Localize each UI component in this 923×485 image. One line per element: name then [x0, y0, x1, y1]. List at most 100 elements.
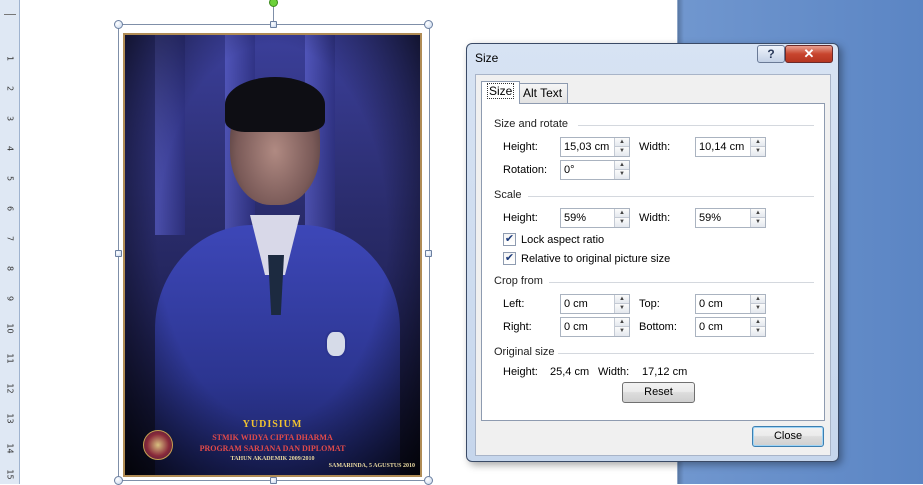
checkmark-icon: ✔ [504, 252, 515, 264]
spinner-arrows: ▲ ▼ [614, 161, 629, 179]
lock-aspect-label[interactable]: Lock aspect ratio [521, 234, 604, 246]
crop-bottom-value: 0 cm [699, 321, 723, 333]
crop-left-value: 0 cm [564, 298, 588, 310]
ruler-number: 8 [5, 265, 15, 272]
ruler-number: 14 [5, 443, 15, 454]
spin-down-icon[interactable]: ▼ [615, 147, 629, 156]
crop-top-spinner[interactable]: 0 cm ▲ ▼ [695, 294, 766, 314]
relative-size-checkbox[interactable]: ✔ [503, 252, 516, 265]
spinner-arrows: ▲ ▼ [614, 209, 629, 227]
spin-down-icon[interactable]: ▼ [751, 147, 765, 156]
crop-top-label: Top: [639, 298, 660, 310]
section-divider [528, 196, 814, 197]
original-width-label: Width: [598, 366, 630, 378]
ruler-number: 6 [5, 205, 15, 212]
section-crop: Crop from [494, 275, 543, 287]
tab-alt-text[interactable]: Alt Text [517, 83, 569, 104]
crop-right-spinner[interactable]: 0 cm ▲ ▼ [560, 317, 630, 337]
rotation-spinner[interactable]: 0° ▲ ▼ [560, 160, 630, 180]
spinner-arrows: ▲ ▼ [750, 138, 765, 156]
rotation-value: 0° [564, 164, 575, 176]
reset-button[interactable]: Reset [622, 382, 695, 403]
spin-down-icon[interactable]: ▼ [615, 304, 629, 313]
ruler-number: 7 [5, 235, 15, 242]
resize-handle-top-right[interactable] [424, 20, 433, 29]
dialog-title: Size [475, 51, 499, 65]
ruler-number: 2 [5, 85, 15, 92]
dialog-body: Size Alt Text Size and rotate Height: 15… [475, 74, 831, 456]
spin-down-icon[interactable]: ▼ [751, 218, 765, 227]
spin-up-icon[interactable]: ▲ [751, 295, 765, 304]
ruler-number: 11 [5, 353, 15, 364]
resize-handle-left[interactable] [115, 250, 122, 257]
height-value: 15,03 cm [564, 141, 610, 153]
ruler-number: 5 [5, 175, 15, 182]
crop-top-value: 0 cm [699, 298, 723, 310]
ruler-number: 13 [5, 413, 15, 424]
tab-size[interactable]: Size [481, 81, 521, 104]
relative-size-label[interactable]: Relative to original picture size [521, 253, 670, 265]
spin-up-icon[interactable]: ▲ [751, 318, 765, 327]
spin-up-icon[interactable]: ▲ [615, 138, 629, 147]
scale-width-value: 59% [699, 212, 722, 224]
size-dialog: Size ? ✕ Size Alt Text Size and rotate H… [466, 43, 839, 462]
section-divider [558, 353, 814, 354]
ruler-number: 15 [5, 469, 15, 480]
section-divider [549, 282, 814, 283]
close-button[interactable]: Close [752, 426, 824, 447]
ruler-number: 1 [5, 55, 15, 62]
crop-left-spinner[interactable]: 0 cm ▲ ▼ [560, 294, 630, 314]
scale-width-label: Width: [639, 212, 671, 224]
crop-bottom-spinner[interactable]: 0 cm ▲ ▼ [695, 317, 766, 337]
title-close-button[interactable]: ✕ [785, 45, 833, 63]
spinner-arrows: ▲ ▼ [614, 295, 629, 313]
section-divider [578, 125, 814, 126]
spin-up-icon[interactable]: ▲ [751, 138, 765, 147]
original-width-value: 17,12 cm [642, 366, 688, 378]
spin-up-icon[interactable]: ▲ [615, 209, 629, 218]
height-spinner[interactable]: 15,03 cm ▲ ▼ [560, 137, 630, 157]
ruler-number: 9 [5, 295, 15, 302]
spin-up-icon[interactable]: ▲ [615, 161, 629, 170]
spin-down-icon[interactable]: ▼ [615, 327, 629, 336]
section-original-size: Original size [494, 346, 555, 358]
size-tab-panel: Size and rotate Height: 15,03 cm ▲ ▼ Wid… [481, 103, 825, 421]
spin-up-icon[interactable]: ▲ [615, 295, 629, 304]
help-button[interactable]: ? [757, 45, 785, 63]
tab-size-label: Size [487, 83, 515, 99]
width-value: 10,14 cm [699, 141, 745, 153]
ruler-number: 10 [5, 323, 15, 334]
resize-handle-top-left[interactable] [114, 20, 123, 29]
section-scale: Scale [494, 189, 522, 201]
scale-width-spinner[interactable]: 59% ▲ ▼ [695, 208, 766, 228]
vertical-ruler[interactable]: 1 2 3 4 5 6 7 8 9 10 11 12 13 14 15 [0, 0, 20, 484]
scale-height-spinner[interactable]: 59% ▲ ▼ [560, 208, 630, 228]
original-height-value: 25,4 cm [550, 366, 590, 378]
ruler-number: 3 [5, 115, 15, 122]
width-spinner[interactable]: 10,14 cm ▲ ▼ [695, 137, 766, 157]
spinner-arrows: ▲ ▼ [750, 318, 765, 336]
crop-right-label: Right: [503, 321, 532, 333]
spin-up-icon[interactable]: ▲ [615, 318, 629, 327]
width-label: Width: [639, 141, 671, 153]
scale-height-value: 59% [564, 212, 587, 224]
lock-aspect-checkbox[interactable]: ✔ [503, 233, 516, 246]
ruler-number: 4 [5, 145, 15, 152]
resize-handle-bottom[interactable] [270, 477, 277, 484]
spin-down-icon[interactable]: ▼ [751, 304, 765, 313]
resize-handle-top[interactable] [270, 21, 277, 28]
height-label: Height: [503, 141, 538, 153]
spin-down-icon[interactable]: ▼ [751, 327, 765, 336]
spin-down-icon[interactable]: ▼ [615, 218, 629, 227]
crop-right-value: 0 cm [564, 321, 588, 333]
rotation-label: Rotation: [503, 164, 548, 176]
resize-handle-right[interactable] [425, 250, 432, 257]
original-height-label: Height: [503, 366, 538, 378]
spin-down-icon[interactable]: ▼ [615, 170, 629, 179]
checkmark-icon: ✔ [504, 233, 515, 245]
spinner-arrows: ▲ ▼ [614, 138, 629, 156]
ruler-number: 12 [5, 383, 15, 394]
crop-bottom-label: Bottom: [639, 321, 677, 333]
spinner-arrows: ▲ ▼ [614, 318, 629, 336]
spin-up-icon[interactable]: ▲ [751, 209, 765, 218]
